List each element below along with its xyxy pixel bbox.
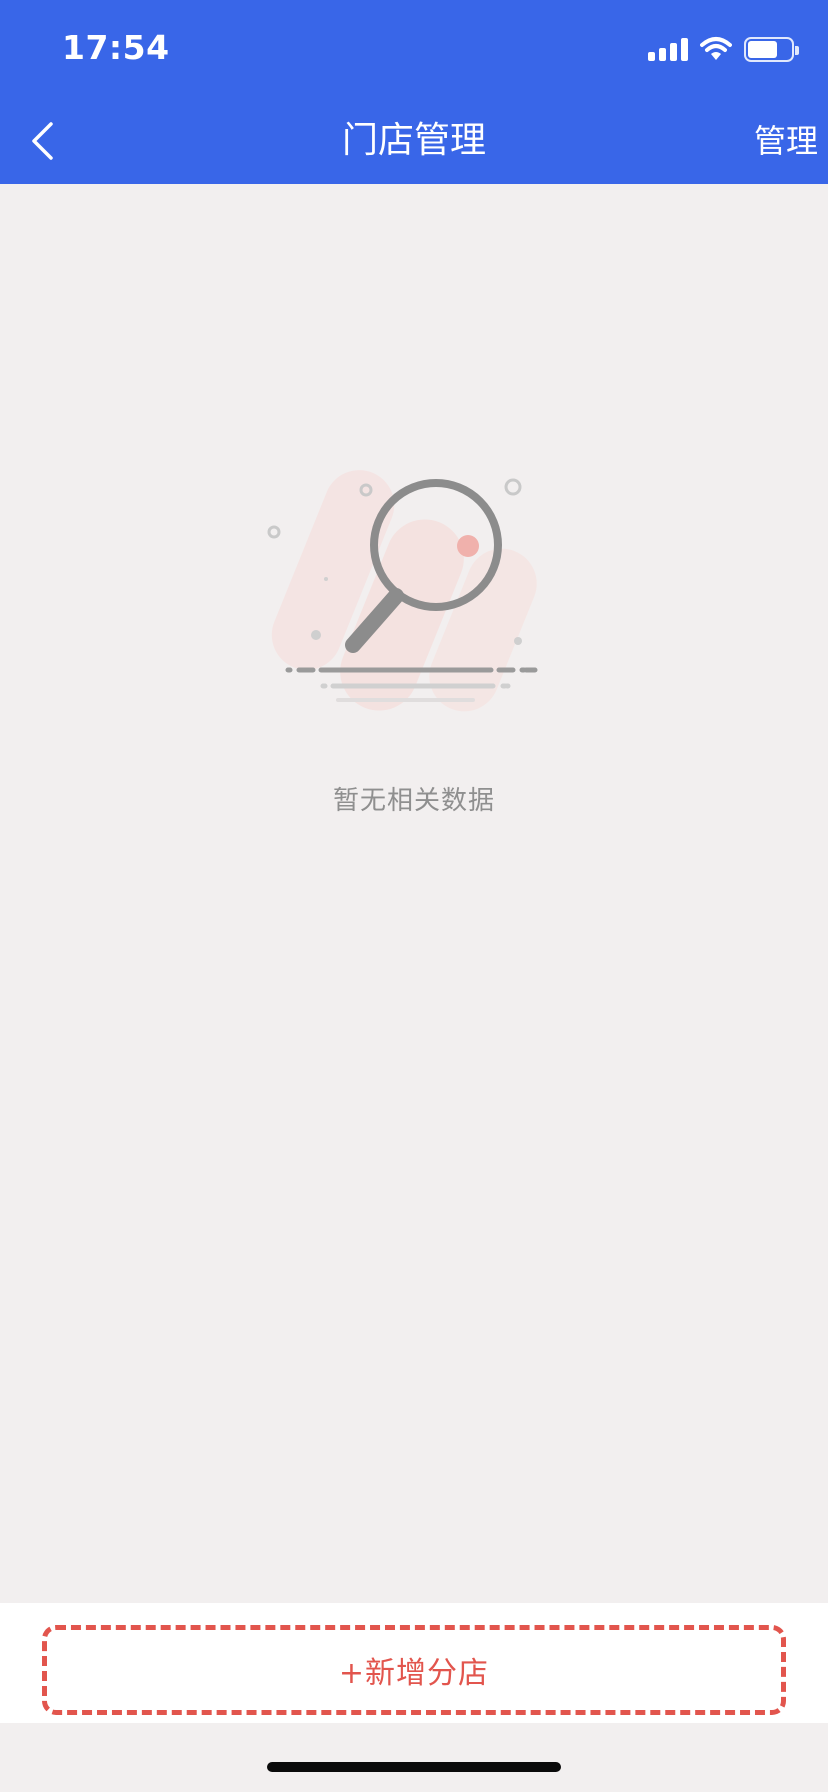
- add-store-button[interactable]: +新增分店: [42, 1625, 786, 1715]
- empty-search-illustration: [267, 470, 551, 712]
- wifi-icon: [700, 37, 732, 60]
- bottom-bar: +新增分店: [0, 1603, 828, 1723]
- status-icons: [648, 34, 799, 64]
- screen: 17:54 门店管理 管理 暂无相关数据 +新增分店: [0, 0, 828, 1792]
- page-title: 门店管理: [341, 120, 486, 161]
- manage-button[interactable]: 管理: [754, 116, 818, 166]
- cellular-signal-icon: [648, 37, 688, 61]
- battery-icon: [744, 36, 799, 62]
- empty-state-message: 暂无相关数据: [332, 786, 495, 816]
- status-time: 17:54: [62, 28, 170, 67]
- home-indicator: [267, 1762, 561, 1772]
- header: 17:54 门店管理 管理: [0, 0, 828, 184]
